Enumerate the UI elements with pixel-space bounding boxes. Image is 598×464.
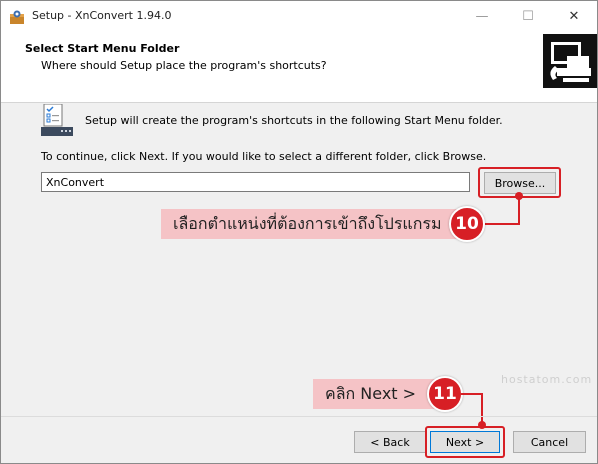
step10-number: 10 (455, 214, 479, 234)
window-title: Setup - XnConvert 1.94.0 (32, 9, 172, 22)
start-menu-folder-input[interactable] (41, 172, 470, 192)
close-icon: ✕ (568, 9, 580, 24)
step10-connector-h (481, 223, 520, 225)
installer-app-icon (10, 10, 24, 24)
start-menu-folder-icon (41, 104, 73, 136)
minimize-icon: — (475, 9, 489, 24)
instruction-text: To continue, click Next. If you would li… (41, 150, 487, 163)
step11-callout: คลิก Next > (313, 379, 435, 409)
computer-install-icon (543, 34, 597, 88)
back-button[interactable]: < Back (354, 431, 426, 453)
step10-text: เลือกตำแหน่งที่ต้องการเข้าถึงโปรแกรม (173, 213, 442, 233)
wizard-header: Select Start Menu Folder Where should Se… (1, 32, 597, 103)
step11-connector-h (461, 393, 483, 395)
step10-connector-v (518, 209, 520, 225)
cancel-button[interactable]: Cancel (513, 431, 586, 453)
step11-text: คลิก Next > (325, 383, 417, 403)
watermark: hostatom.com (501, 373, 593, 386)
minimize-button[interactable]: — (459, 1, 505, 32)
step10-badge: 10 (449, 206, 485, 242)
maximize-button[interactable]: ☐ (505, 1, 551, 32)
setup-window: Setup - XnConvert 1.94.0 — ☐ ✕ Select St… (0, 0, 598, 464)
page-subtitle: Where should Setup place the program's s… (41, 59, 327, 72)
info-text: Setup will create the program's shortcut… (85, 114, 503, 127)
footer-separator (1, 416, 597, 417)
step10-connector-dot (515, 192, 523, 200)
title-bar: Setup - XnConvert 1.94.0 — ☐ ✕ (1, 1, 597, 32)
step10-callout: เลือกตำแหน่งที่ต้องการเข้าถึงโปรแกรม (161, 209, 457, 239)
next-highlight (425, 426, 505, 458)
close-button[interactable]: ✕ (551, 1, 597, 32)
page-title: Select Start Menu Folder (25, 42, 180, 55)
step11-badge: 11 (427, 376, 463, 412)
step11-number: 11 (433, 384, 457, 404)
maximize-icon: ☐ (522, 9, 534, 24)
